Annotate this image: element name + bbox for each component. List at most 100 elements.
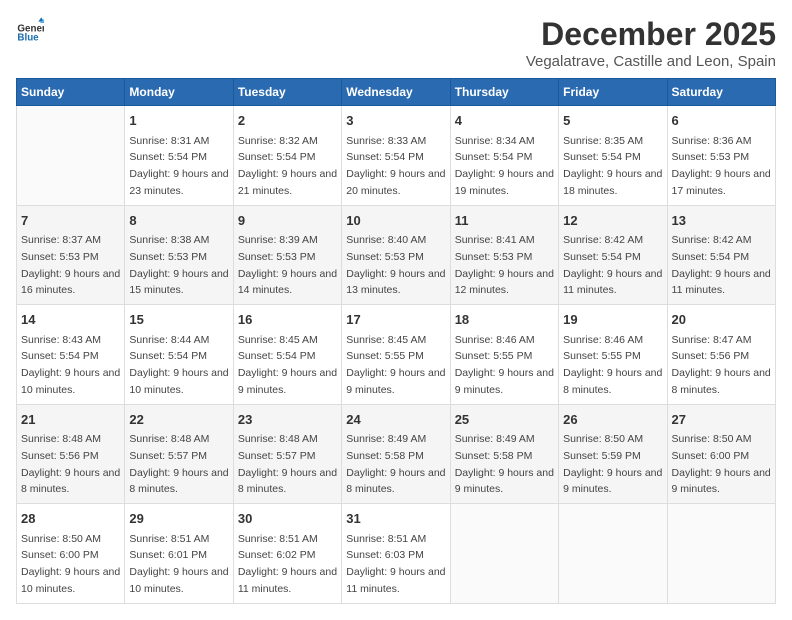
day-info: Sunrise: 8:31 AMSunset: 5:54 PMDaylight:… [129, 135, 228, 197]
day-number: 25 [455, 410, 554, 430]
day-cell: 13Sunrise: 8:42 AMSunset: 5:54 PMDayligh… [667, 205, 775, 305]
day-cell: 16Sunrise: 8:45 AMSunset: 5:54 PMDayligh… [233, 305, 341, 405]
day-number: 5 [563, 111, 662, 131]
day-number: 18 [455, 310, 554, 330]
column-header-saturday: Saturday [667, 79, 775, 106]
day-number: 20 [672, 310, 771, 330]
day-info: Sunrise: 8:51 AMSunset: 6:01 PMDaylight:… [129, 533, 228, 595]
day-number: 13 [672, 211, 771, 231]
day-number: 12 [563, 211, 662, 231]
day-cell: 21 Sunrise: 8:48 AMSunset: 5:56 PMDayligh… [17, 404, 125, 504]
week-row-2: 7 Sunrise: 8:37 AMSunset: 5:53 PMDaylight… [17, 205, 776, 305]
day-cell [559, 504, 667, 604]
day-cell: 7 Sunrise: 8:37 AMSunset: 5:53 PMDaylight… [17, 205, 125, 305]
day-number: 8 [129, 211, 228, 231]
day-cell: 2 Sunrise: 8:32 AMSunset: 5:54 PMDaylight… [233, 106, 341, 206]
day-info: Sunrise: 8:38 AMSunset: 5:53 PMDaylight:… [129, 234, 228, 296]
day-cell [667, 504, 775, 604]
column-header-tuesday: Tuesday [233, 79, 341, 106]
day-number: 30 [238, 509, 337, 529]
day-cell: 17Sunrise: 8:45 AMSunset: 5:55 PMDayligh… [342, 305, 450, 405]
day-info: Sunrise: 8:41 AMSunset: 5:53 PMDaylight:… [455, 234, 554, 296]
column-header-thursday: Thursday [450, 79, 558, 106]
day-number: 2 [238, 111, 337, 131]
week-row-1: 1 Sunrise: 8:31 AMSunset: 5:54 PMDaylight… [17, 106, 776, 206]
day-cell [450, 504, 558, 604]
day-cell: 12 Sunrise: 8:42 AMSunset: 5:54 PMDayligh… [559, 205, 667, 305]
day-cell: 15 Sunrise: 8:44 AMSunset: 5:54 PMDayligh… [125, 305, 233, 405]
day-number: 11 [455, 211, 554, 231]
day-info: Sunrise: 8:37 AMSunset: 5:53 PMDaylight:… [21, 234, 120, 296]
day-cell: 23Sunrise: 8:48 AMSunset: 5:57 PMDayligh… [233, 404, 341, 504]
day-info: Sunrise: 8:48 AMSunset: 5:56 PMDaylight:… [21, 433, 120, 495]
day-number: 24 [346, 410, 445, 430]
day-cell: 28 Sunrise: 8:50 AMSunset: 6:00 PMDayligh… [17, 504, 125, 604]
day-cell: 25 Sunrise: 8:49 AMSunset: 5:58 PMDayligh… [450, 404, 558, 504]
day-info: Sunrise: 8:50 AMSunset: 5:59 PMDaylight:… [563, 433, 662, 495]
day-info: Sunrise: 8:48 AMSunset: 5:57 PMDaylight:… [129, 433, 228, 495]
column-header-wednesday: Wednesday [342, 79, 450, 106]
day-cell: 1 Sunrise: 8:31 AMSunset: 5:54 PMDaylight… [125, 106, 233, 206]
svg-text:Blue: Blue [17, 33, 39, 44]
week-row-5: 28 Sunrise: 8:50 AMSunset: 6:00 PMDayligh… [17, 504, 776, 604]
day-number: 21 [21, 410, 120, 430]
subtitle: Vegalatrave, Castille and Leon, Spain [526, 53, 776, 70]
day-number: 16 [238, 310, 337, 330]
day-info: Sunrise: 8:44 AMSunset: 5:54 PMDaylight:… [129, 334, 228, 396]
day-number: 6 [672, 111, 771, 131]
day-cell: 8 Sunrise: 8:38 AMSunset: 5:53 PMDaylight… [125, 205, 233, 305]
column-header-friday: Friday [559, 79, 667, 106]
title-area: December 2025 Vegalatrave, Castille and … [526, 16, 776, 70]
day-info: Sunrise: 8:39 AMSunset: 5:53 PMDaylight:… [238, 234, 337, 296]
day-info: Sunrise: 8:34 AMSunset: 5:54 PMDaylight:… [455, 135, 554, 197]
day-cell: 10 Sunrise: 8:40 AMSunset: 5:53 PMDayligh… [342, 205, 450, 305]
day-cell: 31Sunrise: 8:51 AMSunset: 6:03 PMDayligh… [342, 504, 450, 604]
day-cell: 29Sunrise: 8:51 AMSunset: 6:01 PMDayligh… [125, 504, 233, 604]
day-cell: 19Sunrise: 8:46 AMSunset: 5:55 PMDayligh… [559, 305, 667, 405]
day-info: Sunrise: 8:32 AMSunset: 5:54 PMDaylight:… [238, 135, 337, 197]
day-cell: 24Sunrise: 8:49 AMSunset: 5:58 PMDayligh… [342, 404, 450, 504]
day-info: Sunrise: 8:42 AMSunset: 5:54 PMDaylight:… [563, 234, 662, 296]
day-number: 3 [346, 111, 445, 131]
calendar-table: SundayMondayTuesdayWednesdayThursdayFrid… [16, 78, 776, 604]
day-info: Sunrise: 8:51 AMSunset: 6:02 PMDaylight:… [238, 533, 337, 595]
column-header-monday: Monday [125, 79, 233, 106]
day-info: Sunrise: 8:50 AMSunset: 6:00 PMDaylight:… [21, 533, 120, 595]
day-number: 9 [238, 211, 337, 231]
logo: General Blue [16, 16, 44, 44]
column-header-sunday: Sunday [17, 79, 125, 106]
day-info: Sunrise: 8:36 AMSunset: 5:53 PMDaylight:… [672, 135, 771, 197]
day-info: Sunrise: 8:47 AMSunset: 5:56 PMDaylight:… [672, 334, 771, 396]
day-number: 14 [21, 310, 120, 330]
day-cell: 14 Sunrise: 8:43 AMSunset: 5:54 PMDayligh… [17, 305, 125, 405]
day-cell: 20 Sunrise: 8:47 AMSunset: 5:56 PMDayligh… [667, 305, 775, 405]
day-info: Sunrise: 8:49 AMSunset: 5:58 PMDaylight:… [455, 433, 554, 495]
day-info: Sunrise: 8:33 AMSunset: 5:54 PMDaylight:… [346, 135, 445, 197]
day-info: Sunrise: 8:46 AMSunset: 5:55 PMDaylight:… [455, 334, 554, 396]
day-number: 7 [21, 211, 120, 231]
day-info: Sunrise: 8:35 AMSunset: 5:54 PMDaylight:… [563, 135, 662, 197]
day-info: Sunrise: 8:40 AMSunset: 5:53 PMDaylight:… [346, 234, 445, 296]
day-cell [17, 106, 125, 206]
day-cell: 9 Sunrise: 8:39 AMSunset: 5:53 PMDaylight… [233, 205, 341, 305]
day-number: 23 [238, 410, 337, 430]
day-number: 22 [129, 410, 228, 430]
day-number: 1 [129, 111, 228, 131]
day-info: Sunrise: 8:43 AMSunset: 5:54 PMDaylight:… [21, 334, 120, 396]
day-cell: 3 Sunrise: 8:33 AMSunset: 5:54 PMDaylight… [342, 106, 450, 206]
day-number: 15 [129, 310, 228, 330]
day-number: 27 [672, 410, 771, 430]
day-cell: 30 Sunrise: 8:51 AMSunset: 6:02 PMDayligh… [233, 504, 341, 604]
day-number: 10 [346, 211, 445, 231]
day-number: 31 [346, 509, 445, 529]
day-cell: 11 Sunrise: 8:41 AMSunset: 5:53 PMDayligh… [450, 205, 558, 305]
day-cell: 5 Sunrise: 8:35 AMSunset: 5:54 PMDaylight… [559, 106, 667, 206]
day-cell: 27Sunrise: 8:50 AMSunset: 6:00 PMDayligh… [667, 404, 775, 504]
day-info: Sunrise: 8:45 AMSunset: 5:55 PMDaylight:… [346, 334, 445, 396]
day-number: 4 [455, 111, 554, 131]
day-cell: 6 Sunrise: 8:36 AMSunset: 5:53 PMDaylight… [667, 106, 775, 206]
day-number: 28 [21, 509, 120, 529]
day-cell: 18 Sunrise: 8:46 AMSunset: 5:55 PMDayligh… [450, 305, 558, 405]
day-cell: 4 Sunrise: 8:34 AMSunset: 5:54 PMDaylight… [450, 106, 558, 206]
page-header: General Blue December 2025 Vegalatrave, … [16, 16, 776, 70]
